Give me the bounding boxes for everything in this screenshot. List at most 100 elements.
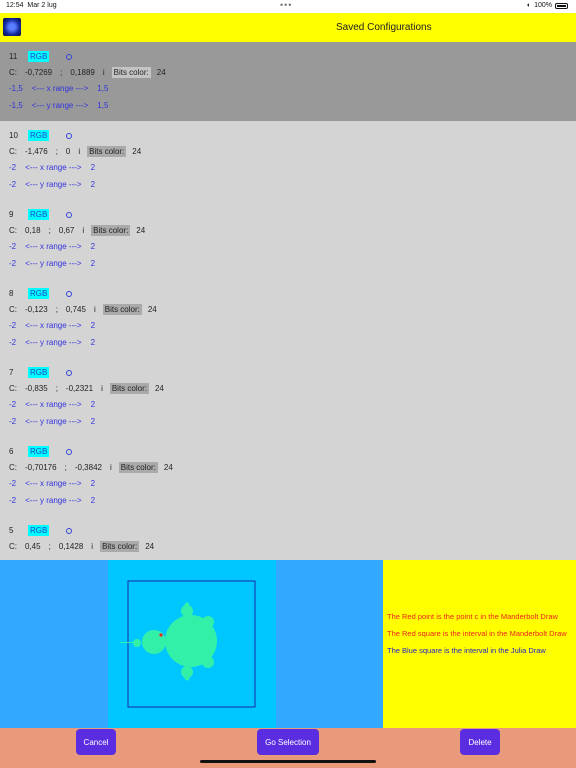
c-label: C: — [9, 147, 17, 156]
config-item[interactable]: 9 RGB C: 0,18; 0,67 i Bits color: 24 -2 <--- x ra… — [0, 200, 576, 279]
c-imag: 0,67 — [58, 226, 75, 235]
c-label: C: — [9, 384, 17, 393]
y-range-min: -1,5 — [9, 101, 23, 110]
config-number: 7 — [9, 368, 14, 377]
c-label: C: — [9, 226, 17, 235]
c-real: -1,476 — [25, 147, 48, 156]
x-range-min: -2 — [9, 163, 17, 172]
y-range-label: <--- y range ---> — [25, 417, 82, 426]
y-range-row: -2 <--- y range ---> 2 — [9, 259, 95, 268]
x-range-min: -2 — [9, 321, 17, 330]
config-item[interactable]: 11 RGB C: -0,7269; 0,1889 i Bits color: 24 -1,5 <… — [0, 42, 576, 121]
config-number: 6 — [9, 447, 14, 456]
c-imag-unit: i — [78, 147, 81, 156]
c-imag: 0,745 — [65, 305, 86, 314]
x-range-row: -1,5 <--- x range ---> 1,5 — [9, 84, 108, 93]
circle-icon — [66, 527, 73, 534]
config-c-row: C: -0,835; -0,2321 i Bits color: 24 — [9, 383, 164, 394]
config-item[interactable]: 10 RGB C: -1,476; 0 i Bits color: 24 -2 <--- x ra… — [0, 121, 576, 200]
home-indicator[interactable] — [200, 760, 376, 763]
y-range-min: -2 — [9, 417, 17, 426]
go-selection-button[interactable]: Go Selection — [257, 729, 319, 755]
config-header-row: 7 RGB — [9, 367, 73, 378]
config-number: 9 — [9, 210, 14, 219]
x-range-max: 2 — [90, 242, 96, 251]
mandelbrot-canvas — [108, 560, 276, 728]
config-header-row: 5 RGB — [9, 525, 73, 536]
battery-icon — [555, 2, 568, 9]
y-range-min: -2 — [9, 338, 17, 347]
y-range-max: 2 — [90, 180, 96, 189]
c-imag-unit: i — [101, 384, 103, 393]
config-c-row: C: 0,18; 0,67 i Bits color: 24 — [9, 225, 145, 236]
rgb-badge: RGB — [28, 209, 50, 220]
c-imag: -0,3842 — [74, 463, 102, 472]
bits-color-label: Bits color: — [109, 383, 149, 394]
x-range-row: -2 <--- x range ---> 2 — [9, 479, 95, 488]
config-header-row: 9 RGB — [9, 209, 73, 220]
status-right: ◐ 100% — [527, 2, 568, 9]
bits-color-value: 24 — [136, 226, 146, 235]
cancel-button[interactable]: Cancel — [76, 729, 116, 755]
y-range-row: -2 <--- y range ---> 2 — [9, 180, 95, 189]
c-imag: 0,1889 — [70, 68, 95, 77]
bits-color-value: 24 — [154, 384, 164, 393]
rgb-badge: RGB — [28, 130, 50, 141]
c-imag: -0,2321 — [65, 384, 94, 393]
x-range-row: -2 <--- x range ---> 2 — [9, 400, 95, 409]
legend-red-square: The Red square is the interval in the Ma… — [387, 629, 567, 638]
config-item[interactable]: 6 RGB C: -0,70176; -0,3842 i Bits color: 24 -2 <-… — [0, 437, 576, 516]
config-c-row: C: -0,123; 0,745 i Bits color: 24 — [9, 304, 157, 315]
y-range-min: -2 — [9, 496, 17, 505]
bits-color-label: Bits color: — [100, 541, 140, 552]
x-range-max: 2 — [90, 400, 96, 409]
x-range-label: <--- x range ---> — [25, 400, 82, 409]
x-range-label: <--- x range ---> — [25, 242, 82, 251]
y-range-label: <--- y range ---> — [25, 338, 82, 347]
rgb-badge: RGB — [28, 525, 50, 536]
circle-icon — [66, 448, 73, 455]
c-separator: ; — [48, 542, 51, 551]
c-imag-unit: i — [93, 305, 96, 314]
config-number: 11 — [9, 52, 18, 61]
config-header-row: 11 RGB — [9, 51, 73, 62]
delete-button[interactable]: Delete — [460, 729, 500, 755]
bits-color-label: Bits color: — [111, 67, 151, 78]
wifi-icon: ◐ — [526, 2, 532, 9]
mandelbrot-app-icon[interactable] — [3, 18, 21, 36]
config-header-row: 8 RGB — [9, 288, 73, 299]
y-range-row: -2 <--- y range ---> 2 — [9, 496, 95, 505]
y-range-label: <--- y range ---> — [25, 496, 82, 505]
bits-color-value: 24 — [147, 305, 157, 314]
c-imag-unit: i — [91, 542, 94, 551]
c-imag-unit: i — [102, 68, 105, 77]
bits-color-value: 24 — [132, 147, 142, 156]
rgb-badge: RGB — [28, 288, 50, 299]
c-real: -0,7269 — [25, 68, 53, 77]
config-item[interactable]: 8 RGB C: -0,123; 0,745 i Bits color: 24 -2 <--- x… — [0, 279, 576, 358]
circle-icon — [66, 290, 73, 297]
c-separator: ; — [55, 147, 58, 156]
multitask-dots[interactable]: ••• — [280, 0, 292, 10]
bits-color-value: 24 — [145, 542, 155, 551]
y-range-max: 2 — [90, 259, 96, 268]
c-real: -0,835 — [25, 384, 48, 393]
config-item[interactable]: 5 RGB C: 0,45; 0,1428 i Bits color: 24 — [0, 516, 576, 560]
x-range-label: <--- x range ---> — [25, 321, 82, 330]
config-number: 8 — [9, 289, 14, 298]
c-separator: ; — [55, 305, 58, 314]
status-bar: 12:54 Mar 2 lug ••• ◐ 100% — [0, 0, 576, 13]
mandelbrot-set — [120, 602, 217, 681]
battery-percent: 100% — [534, 2, 552, 9]
config-number: 10 — [9, 131, 18, 140]
config-header-row: 6 RGB — [9, 446, 73, 457]
y-range-row: -2 <--- y range ---> 2 — [9, 417, 95, 426]
y-range-label: <--- y range ---> — [25, 259, 82, 268]
circle-icon — [66, 211, 73, 218]
x-range-max: 2 — [90, 479, 96, 488]
c-real: 0,45 — [25, 542, 41, 551]
config-item[interactable]: 7 RGB C: -0,835; -0,2321 i Bits color: 24 -2 <---… — [0, 358, 576, 437]
y-range-label: <--- y range ---> — [31, 101, 89, 110]
c-separator: ; — [64, 463, 67, 472]
configurations-list[interactable]: 11 RGB C: -0,7269; 0,1889 i Bits color: 24 -1,5 <… — [0, 42, 576, 560]
